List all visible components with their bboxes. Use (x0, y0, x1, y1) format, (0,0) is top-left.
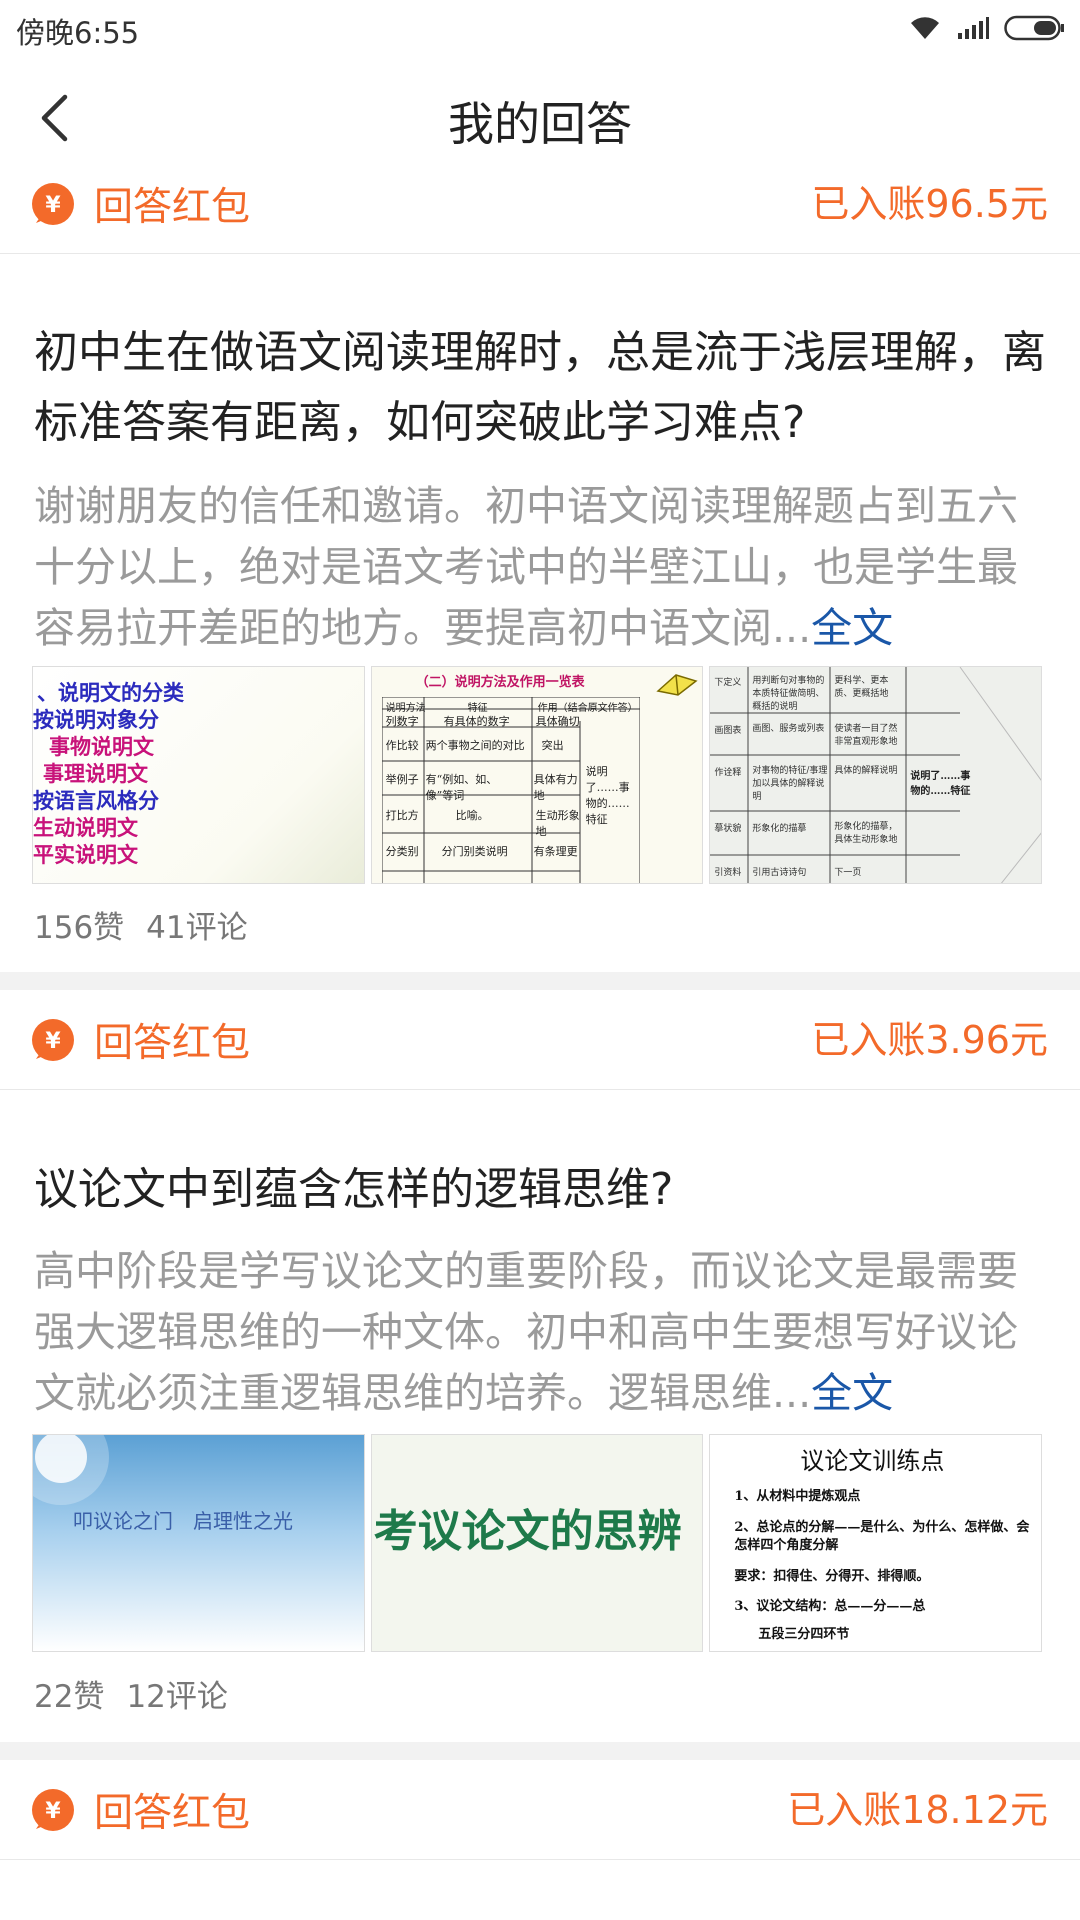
section-divider (0, 1742, 1080, 1760)
red-packet-icon: ¥ (32, 1019, 74, 1061)
comment-count: 41评论 (146, 910, 248, 946)
svg-text:¥: ¥ (45, 193, 61, 218)
answer-image[interactable]: 、说明文的分类 按说明对象分 事物说明文 事理说明文 按语言风格分 生动说明文 … (32, 666, 365, 884)
reward-row[interactable]: ¥ 回答红包 已入账3.96元 (0, 990, 1080, 1090)
svg-text:¥: ¥ (45, 1029, 61, 1054)
like-count: 22赞 (34, 1679, 105, 1715)
like-count: 156赞 (34, 910, 125, 946)
reward-label: 回答红包 (94, 185, 251, 230)
answer-card[interactable]: 议论文中到蕴含怎样的逻辑思维? 高中阶段是学写议论文的重要阶段，而议论文是最需要… (0, 1091, 1080, 1742)
answer-image[interactable]: 下定义 用判断句对事物的本质特征做简明、概括的说明 更科学、更本质、更概括地 画… (709, 666, 1043, 884)
full-text-link[interactable]: 全文 (811, 1369, 893, 1417)
red-packet-icon: ¥ (32, 183, 74, 225)
answer-image[interactable]: （二）说明方法及作用一览表 说明方法 特征 作用（结合原文作答） 列数字 有具体… (370, 666, 704, 884)
status-icons (908, 12, 1066, 44)
section-divider (0, 972, 1080, 990)
status-time: 傍晚6:55 (16, 16, 140, 50)
stats: 156赞 41评论 (34, 902, 270, 947)
reward-amount: 已入账3.96元 (811, 1018, 1048, 1062)
answer-image[interactable]: 考议论文的思辨 (370, 1434, 704, 1652)
question-title[interactable]: 议论文中到蕴含怎样的逻辑思维? (34, 1155, 1054, 1225)
answer-excerpt[interactable]: 高中阶段是学写议论文的重要阶段，而议论文是最需要强大逻辑思维的一种文体。初中和高… (34, 1241, 1044, 1424)
signal-icon (958, 17, 989, 39)
wifi-icon (911, 17, 939, 39)
comment-count: 12评论 (126, 1679, 228, 1715)
reward-row[interactable]: ¥ 回答红包 已入账18.12元 (0, 1760, 1080, 1860)
reward-row[interactable]: ¥ 回答红包 已入账96.5元 (0, 154, 1080, 254)
answer-card[interactable]: 初中生在做语文阅读理解时，总是流于浅层理解，离标准答案有距离，如何突破此学习难点… (0, 256, 1080, 972)
red-packet-icon: ¥ (32, 1789, 74, 1831)
image-row: 叩议论之门 启理性之光 考议论文的思辨 议论文训练点 1、从材料中提炼观点 2、… (32, 1434, 1043, 1652)
page-title: 我的回答 (448, 97, 632, 151)
question-title[interactable]: 初中生在做语文阅读理解时，总是流于浅层理解，离标准答案有距离，如何突破此学习难点… (34, 318, 1054, 458)
battery-icon (1004, 15, 1064, 41)
reward-amount: 已入账96.5元 (811, 182, 1048, 226)
answer-image[interactable]: 议论文训练点 1、从材料中提炼观点 2、总论点的分解——是什么、为什么、怎样做、… (709, 1434, 1043, 1652)
reward-amount: 已入账18.12元 (787, 1788, 1048, 1832)
answer-excerpt[interactable]: 谢谢朋友的信任和邀请。初中语文阅读理解题占到五六十分以上，绝对是语文考试中的半壁… (34, 476, 1044, 659)
svg-text:¥: ¥ (45, 1799, 61, 1824)
stats: 22赞 12评论 (34, 1671, 250, 1716)
reward-label: 回答红包 (94, 1791, 251, 1836)
status-bar: 傍晚6:55 (0, 0, 1080, 56)
image-row: 、说明文的分类 按说明对象分 事物说明文 事理说明文 按语言风格分 生动说明文 … (32, 666, 1043, 884)
full-text-link[interactable]: 全文 (811, 604, 893, 652)
reward-label: 回答红包 (94, 1021, 251, 1066)
answer-image[interactable]: 叩议论之门 启理性之光 (32, 1434, 365, 1652)
